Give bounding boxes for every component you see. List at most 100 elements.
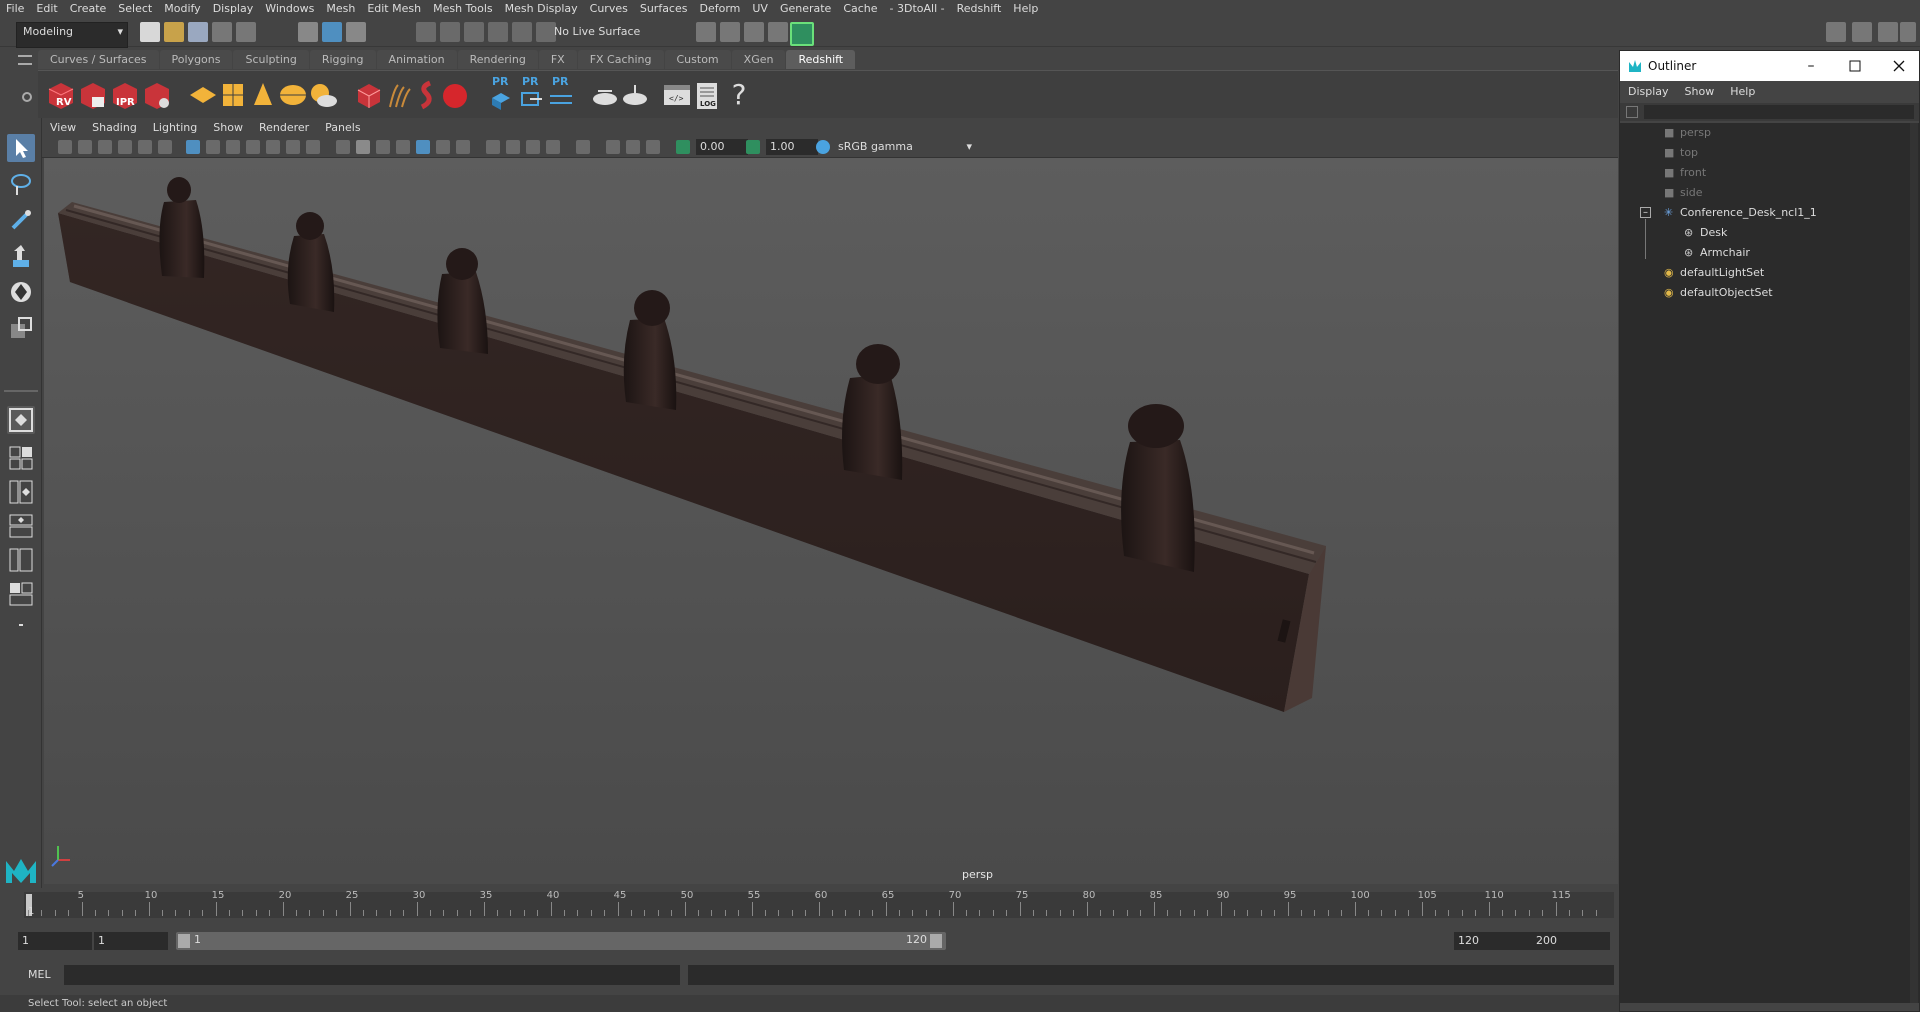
menu-select[interactable]: Select — [112, 0, 158, 17]
redshift-sphere-icon[interactable] — [440, 79, 470, 111]
filter-icon[interactable] — [1626, 106, 1638, 118]
outliner-search-input[interactable] — [1644, 105, 1914, 119]
smooth-shade-icon[interactable] — [356, 140, 370, 154]
start-frame-field[interactable]: 1 — [18, 932, 92, 950]
menu-deform[interactable]: Deform — [693, 0, 746, 17]
move-tool-icon[interactable] — [7, 242, 35, 270]
panel-menu-renderer[interactable]: Renderer — [251, 121, 317, 134]
script-editor-icon[interactable]: </> — [662, 79, 692, 111]
shelf-tab-sculpting[interactable]: Sculpting — [233, 50, 309, 69]
command-input[interactable] — [64, 965, 680, 985]
outliner-item-top[interactable]: ■ top — [1664, 143, 1698, 163]
outliner-item-group[interactable]: ✳ Conference_Desk_ncl1_1 — [1664, 203, 1817, 223]
tool-settings-icon[interactable] — [1878, 22, 1898, 42]
pr-export-icon[interactable]: PR — [516, 75, 546, 111]
snap-surface-icon[interactable] — [512, 22, 532, 42]
redshift-material-icon[interactable] — [590, 79, 620, 111]
shelf-tab-custom[interactable]: Custom — [664, 50, 731, 69]
menu-display[interactable]: Display — [207, 0, 260, 17]
persp-graph-layout-icon[interactable] — [7, 512, 35, 540]
select-hierarchy-icon[interactable] — [298, 22, 318, 42]
outliner-item-armchair[interactable]: ⊛ Armchair — [1684, 243, 1750, 263]
single-perspective-layout-icon[interactable] — [7, 406, 35, 434]
range-slider[interactable]: 1 120 — [176, 932, 946, 950]
textured-icon[interactable] — [416, 140, 430, 154]
more-layouts-icon[interactable] — [7, 616, 35, 634]
snap-live-icon[interactable] — [536, 22, 556, 42]
redshift-snapshot-icon[interactable] — [78, 79, 108, 111]
isolate-select-icon[interactable] — [576, 140, 590, 154]
redshift-dome-light-icon[interactable] — [278, 79, 308, 111]
channel-box-icon[interactable] — [1900, 22, 1916, 42]
outliner-item-persp[interactable]: ■ persp — [1664, 123, 1711, 143]
xray-joints-icon[interactable] — [646, 140, 660, 154]
two-d-pan-icon[interactable] — [138, 140, 152, 154]
exposure-icon[interactable] — [676, 140, 690, 154]
redshift-shader-icon[interactable] — [620, 79, 650, 111]
ipr-render-icon[interactable] — [744, 22, 764, 42]
select-component-icon[interactable] — [346, 22, 366, 42]
redshift-ipr-icon[interactable]: IPR — [110, 79, 140, 111]
animation-end-field[interactable]: 200 — [1532, 932, 1610, 950]
depth-of-field-icon[interactable] — [546, 140, 560, 154]
persp-uv-layout-icon[interactable] — [7, 580, 35, 608]
shelf-tab-rigging[interactable]: Rigging — [309, 50, 376, 69]
minimize-icon[interactable]: – — [1800, 55, 1822, 77]
menu-redshift[interactable]: Redshift — [951, 0, 1008, 17]
outliner-menu-help[interactable]: Help — [1722, 85, 1763, 98]
wireframe-icon[interactable] — [336, 140, 350, 154]
redo-icon[interactable] — [236, 22, 256, 42]
panel-menu-view[interactable]: View — [42, 121, 84, 134]
menu-mesh[interactable]: Mesh — [320, 0, 361, 17]
shelf-tab-curves-surfaces[interactable]: Curves / Surfaces — [38, 50, 159, 69]
redshift-area-light-icon[interactable] — [188, 79, 218, 111]
menu-mesh-display[interactable]: Mesh Display — [499, 0, 584, 17]
redshift-render-settings-icon[interactable] — [142, 79, 172, 111]
color-management-icon[interactable] — [816, 140, 830, 154]
gamma-icon[interactable] — [746, 140, 760, 154]
shelf-tab-fx-caching[interactable]: FX Caching — [577, 50, 664, 69]
grease-pencil-icon[interactable] — [158, 140, 172, 154]
shelf-settings-gear-icon[interactable] — [22, 92, 32, 102]
undo-icon[interactable] — [212, 22, 232, 42]
outliner-item-desk[interactable]: ⊛ Desk — [1684, 223, 1727, 243]
snap-curve-icon[interactable] — [440, 22, 460, 42]
field-chart-icon[interactable] — [266, 140, 280, 154]
pr-render-icon[interactable]: PR — [486, 75, 516, 111]
gate-mask-icon[interactable] — [246, 140, 260, 154]
ambient-occlusion-icon[interactable] — [486, 140, 500, 154]
shelf-tab-redshift[interactable]: Redshift — [786, 50, 856, 69]
redshift-portal-light-icon[interactable] — [218, 79, 248, 111]
panel-menu-lighting[interactable]: Lighting — [145, 121, 205, 134]
outliner-item-default-object-set[interactable]: ◉ defaultObjectSet — [1664, 283, 1773, 303]
save-scene-icon[interactable] — [188, 22, 208, 42]
exposure-field[interactable]: 0.00 — [696, 139, 748, 155]
playback-start-field[interactable]: 1 — [94, 932, 168, 950]
panel-menu-shading[interactable]: Shading — [84, 121, 145, 134]
wireframe-on-shaded-icon[interactable] — [396, 140, 410, 154]
menu-create[interactable]: Create — [64, 0, 113, 17]
range-start-handle[interactable] — [178, 934, 190, 948]
time-slider[interactable]: 1 5 10 15 20 25 30 35 40 45 50 55 60 65 70 75 80 85 90 95 1… — [0, 888, 1618, 922]
script-language-label[interactable]: MEL — [28, 968, 51, 981]
menu-3dtoall[interactable]: - 3DtoAll - — [884, 0, 951, 17]
close-icon[interactable] — [1888, 55, 1910, 77]
select-object-icon[interactable] — [322, 22, 342, 42]
collapse-toggle-icon[interactable]: – — [1640, 207, 1651, 218]
outliner-item-front[interactable]: ■ front — [1664, 163, 1706, 183]
view-transform-dropdown[interactable]: sRGB gamma ▾ — [834, 139, 976, 155]
menu-modify[interactable]: Modify — [158, 0, 206, 17]
menu-surfaces[interactable]: Surfaces — [634, 0, 694, 17]
shelf-tab-polygons[interactable]: Polygons — [159, 50, 233, 69]
outliner-menu-display[interactable]: Display — [1620, 85, 1677, 98]
log-icon[interactable]: LOG — [692, 79, 722, 111]
outliner-menu-show[interactable]: Show — [1677, 85, 1723, 98]
pr-swap-icon[interactable]: PR — [546, 75, 576, 111]
redshift-hair-icon[interactable] — [384, 79, 414, 111]
menu-mesh-tools[interactable]: Mesh Tools — [427, 0, 499, 17]
resolution-gate-icon[interactable] — [226, 140, 240, 154]
shadows-icon[interactable] — [456, 140, 470, 154]
menu-windows[interactable]: Windows — [259, 0, 320, 17]
menu-help[interactable]: Help — [1007, 0, 1044, 17]
attribute-editor-icon[interactable] — [1852, 22, 1872, 42]
